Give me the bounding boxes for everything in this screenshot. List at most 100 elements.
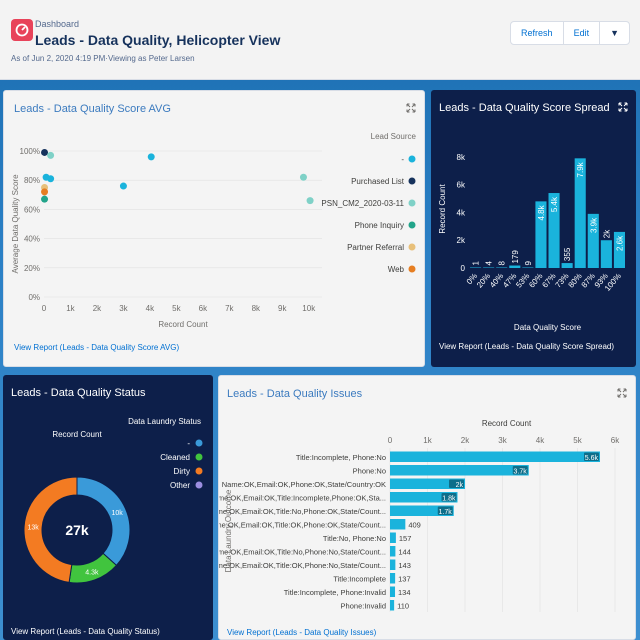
x-tick-label: 8k <box>252 304 261 313</box>
bar[interactable] <box>561 263 573 268</box>
refresh-button[interactable]: Refresh <box>511 22 564 44</box>
bar[interactable] <box>390 519 406 530</box>
edit-button[interactable]: Edit <box>564 22 601 44</box>
spread-view-report-link[interactable]: View Report (Leads - Data Quality Score … <box>439 342 614 351</box>
scatter-point[interactable] <box>41 148 49 156</box>
legend-item-label[interactable]: PSN_CM2_2020-03-11 <box>321 199 404 208</box>
header-button-group: Refresh Edit ▼ <box>510 21 630 45</box>
legend-swatch[interactable] <box>408 221 416 229</box>
slice-data-label: 13k <box>27 525 39 532</box>
y-tick-label: 2k <box>457 236 466 245</box>
x-tick-label: 6k <box>199 304 208 313</box>
spread-card-title: Leads - Data Quality Score Spread <box>439 102 610 114</box>
x-tick-label: 1k <box>66 304 75 313</box>
bar[interactable] <box>600 240 612 268</box>
issues-card-title: Leads - Data Quality Issues <box>227 388 363 400</box>
legend-swatch[interactable] <box>408 265 416 273</box>
scatter-point[interactable] <box>119 182 127 190</box>
scatter-point[interactable] <box>147 153 155 161</box>
legend-item-label[interactable]: Cleaned <box>160 453 190 462</box>
status-view-report-link[interactable]: View Report (Leads - Data Quality Status… <box>11 627 160 636</box>
legend-item-label[interactable]: Dirty <box>174 467 190 476</box>
legend-swatch[interactable] <box>195 481 203 489</box>
bar-data-label: 409 <box>408 520 421 529</box>
bar-data-label: 2k <box>602 229 611 238</box>
bar[interactable] <box>390 465 529 476</box>
bar[interactable] <box>390 532 396 544</box>
y-tick-label: 20% <box>24 264 40 273</box>
scatter-view-report-link[interactable]: View Report (Leads - Data Quality Score … <box>14 343 179 352</box>
bar[interactable] <box>390 559 396 571</box>
bar-data-label: 3.9k <box>589 217 598 233</box>
expand-icon[interactable] <box>406 103 416 113</box>
legend-swatch[interactable] <box>195 453 203 461</box>
issues-view-report-link[interactable]: View Report (Leads - Data Quality Issues… <box>227 628 376 637</box>
legend-swatch[interactable] <box>195 439 203 447</box>
scatter-point[interactable] <box>299 173 307 181</box>
breadcrumb[interactable]: Dashboard <box>35 19 79 29</box>
bar[interactable] <box>390 573 396 584</box>
x-tick-label: 10k <box>302 304 316 313</box>
expand-icon[interactable] <box>618 102 628 112</box>
legend-item-label[interactable]: Purchased List <box>351 177 405 186</box>
legend-swatch[interactable] <box>408 177 416 185</box>
scatter-point[interactable] <box>41 188 49 196</box>
legend-item-label[interactable]: Other <box>170 481 190 490</box>
page-title: Leads - Data Quality, Helicopter View <box>35 32 281 48</box>
bar-data-label: 8 <box>498 261 507 266</box>
scatter-point[interactable] <box>47 175 55 183</box>
bar[interactable] <box>483 267 495 269</box>
bar-data-label: 179 <box>511 250 520 264</box>
bar-data-label: 7.9k <box>576 161 585 177</box>
y-tick-label: 0 <box>461 264 466 273</box>
bar[interactable] <box>509 265 521 268</box>
legend-item-label[interactable]: Phone Inquiry <box>355 221 404 230</box>
status-donut-chart: Record Count 10k 4.3k 13k 27k Data Laundry St… <box>23 417 203 584</box>
legend-item-label[interactable]: Partner Referral <box>347 243 404 252</box>
category-label: Name:OK,Email:OK,Phone:OK,State/Country:… <box>222 480 386 489</box>
legend-swatch[interactable] <box>195 467 203 475</box>
legend-item-label[interactable]: Web <box>388 265 405 274</box>
bar[interactable] <box>390 546 396 557</box>
y-tick-label: 4k <box>457 208 466 217</box>
as-of-text: As of Jun 2, 2020 4:19 PM·Viewing as Pet… <box>11 54 195 63</box>
bar[interactable] <box>390 600 395 611</box>
x-tick-label: 0 <box>388 436 393 445</box>
bar[interactable] <box>522 267 534 269</box>
scatter-point[interactable] <box>47 151 55 159</box>
x-tick-label: 6k <box>611 436 620 445</box>
bar[interactable] <box>390 586 396 598</box>
y-tick-label: 80% <box>24 176 40 185</box>
donut-center-label: Record Count <box>52 430 102 439</box>
x-axis-label: Data Quality Score <box>514 323 582 332</box>
scatter-point[interactable] <box>306 197 314 205</box>
y-axis-label: Record Count <box>438 184 447 234</box>
scatter-point[interactable] <box>41 195 49 203</box>
legend-swatch[interactable] <box>408 243 416 251</box>
x-tick-label: 1k <box>423 436 432 445</box>
bar[interactable] <box>470 267 482 269</box>
x-tick-label: 3k <box>119 304 128 313</box>
bar-data-label: 143 <box>398 561 411 570</box>
legend-swatch[interactable] <box>408 199 416 207</box>
bar[interactable] <box>496 267 508 269</box>
category-label: Phone:No <box>353 466 386 475</box>
legend-swatch[interactable] <box>408 155 416 163</box>
category-label: Title:Incomplete <box>333 574 386 583</box>
category-label: Name:OK,Email:OK,Title:OK,Phone:No,State… <box>219 561 386 570</box>
issues-chart: Record Count0 1k 2k 3k 4k 5k 6kData Laundry Ou… <box>219 419 620 612</box>
bar[interactable] <box>390 451 600 463</box>
bar-data-label: 4 <box>485 261 494 266</box>
x-tick-label: 4k <box>146 304 155 313</box>
bar-data-label: 1.8k <box>442 495 456 502</box>
legend-item-label[interactable]: - <box>401 155 404 164</box>
x-tick-label: 4k <box>536 436 545 445</box>
legend-title: Data Laundry Status <box>128 417 201 426</box>
x-tick-label: 5k <box>172 304 181 313</box>
legend-item-label[interactable]: - <box>187 439 190 448</box>
y-tick-label: 8k <box>457 153 466 162</box>
more-actions-button[interactable]: ▼ <box>600 22 629 44</box>
category-label: Title:No, Phone:No <box>323 534 386 543</box>
expand-icon[interactable] <box>617 388 627 398</box>
bar-data-label: 4.8k <box>537 204 546 220</box>
